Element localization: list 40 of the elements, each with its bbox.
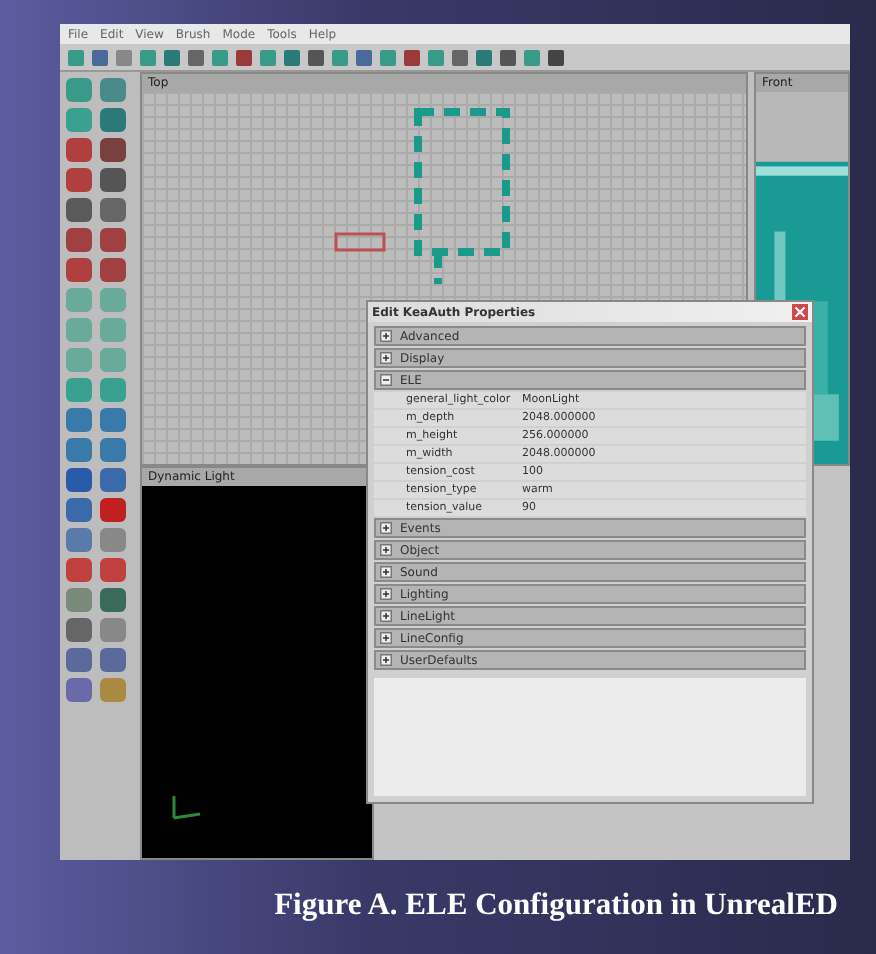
tool-icon[interactable]: [66, 468, 92, 492]
plus-icon[interactable]: [380, 352, 392, 364]
tool-icon[interactable]: [66, 168, 92, 192]
plus-icon[interactable]: [380, 330, 392, 342]
plus-icon[interactable]: [380, 522, 392, 534]
tool-icon[interactable]: [100, 168, 126, 192]
plus-icon[interactable]: [380, 632, 392, 644]
tool-icon[interactable]: [66, 198, 92, 222]
tool-icon[interactable]: [66, 558, 92, 582]
plus-icon[interactable]: [380, 544, 392, 556]
plus-icon[interactable]: [380, 566, 392, 578]
tool-icon[interactable]: [100, 648, 126, 672]
tool-icon[interactable]: [66, 408, 92, 432]
tool-icon[interactable]: [66, 258, 92, 282]
tool-icon[interactable]: [100, 408, 126, 432]
tool-icon[interactable]: [100, 228, 126, 252]
close-icon: [794, 306, 806, 318]
plus-icon[interactable]: [380, 588, 392, 600]
tool-icon[interactable]: [100, 438, 126, 462]
figure-caption: Figure A. ELE Configuration in UnrealED: [272, 888, 840, 924]
plus-icon[interactable]: [380, 654, 392, 666]
tool-icon[interactable]: [66, 498, 92, 522]
tool-icon[interactable]: [66, 438, 92, 462]
plus-icon[interactable]: [380, 610, 392, 622]
tool-icon[interactable]: [100, 258, 126, 282]
tool-icon[interactable]: [100, 498, 126, 522]
tool-icon[interactable]: [66, 618, 92, 642]
minus-icon[interactable]: [380, 374, 392, 386]
brush-outline-drawing: [334, 232, 386, 252]
tool-icon[interactable]: [66, 678, 92, 702]
close-button[interactable]: [792, 304, 808, 320]
tool-icon[interactable]: [100, 198, 126, 222]
tool-icon[interactable]: [100, 138, 126, 162]
tool-icon[interactable]: [100, 468, 126, 492]
tool-icon[interactable]: [100, 588, 126, 612]
tool-icon[interactable]: [100, 558, 126, 582]
tool-icon[interactable]: [66, 648, 92, 672]
tool-icon[interactable]: [100, 108, 126, 132]
tool-icon[interactable]: [66, 138, 92, 162]
tool-icon[interactable]: [66, 228, 92, 252]
